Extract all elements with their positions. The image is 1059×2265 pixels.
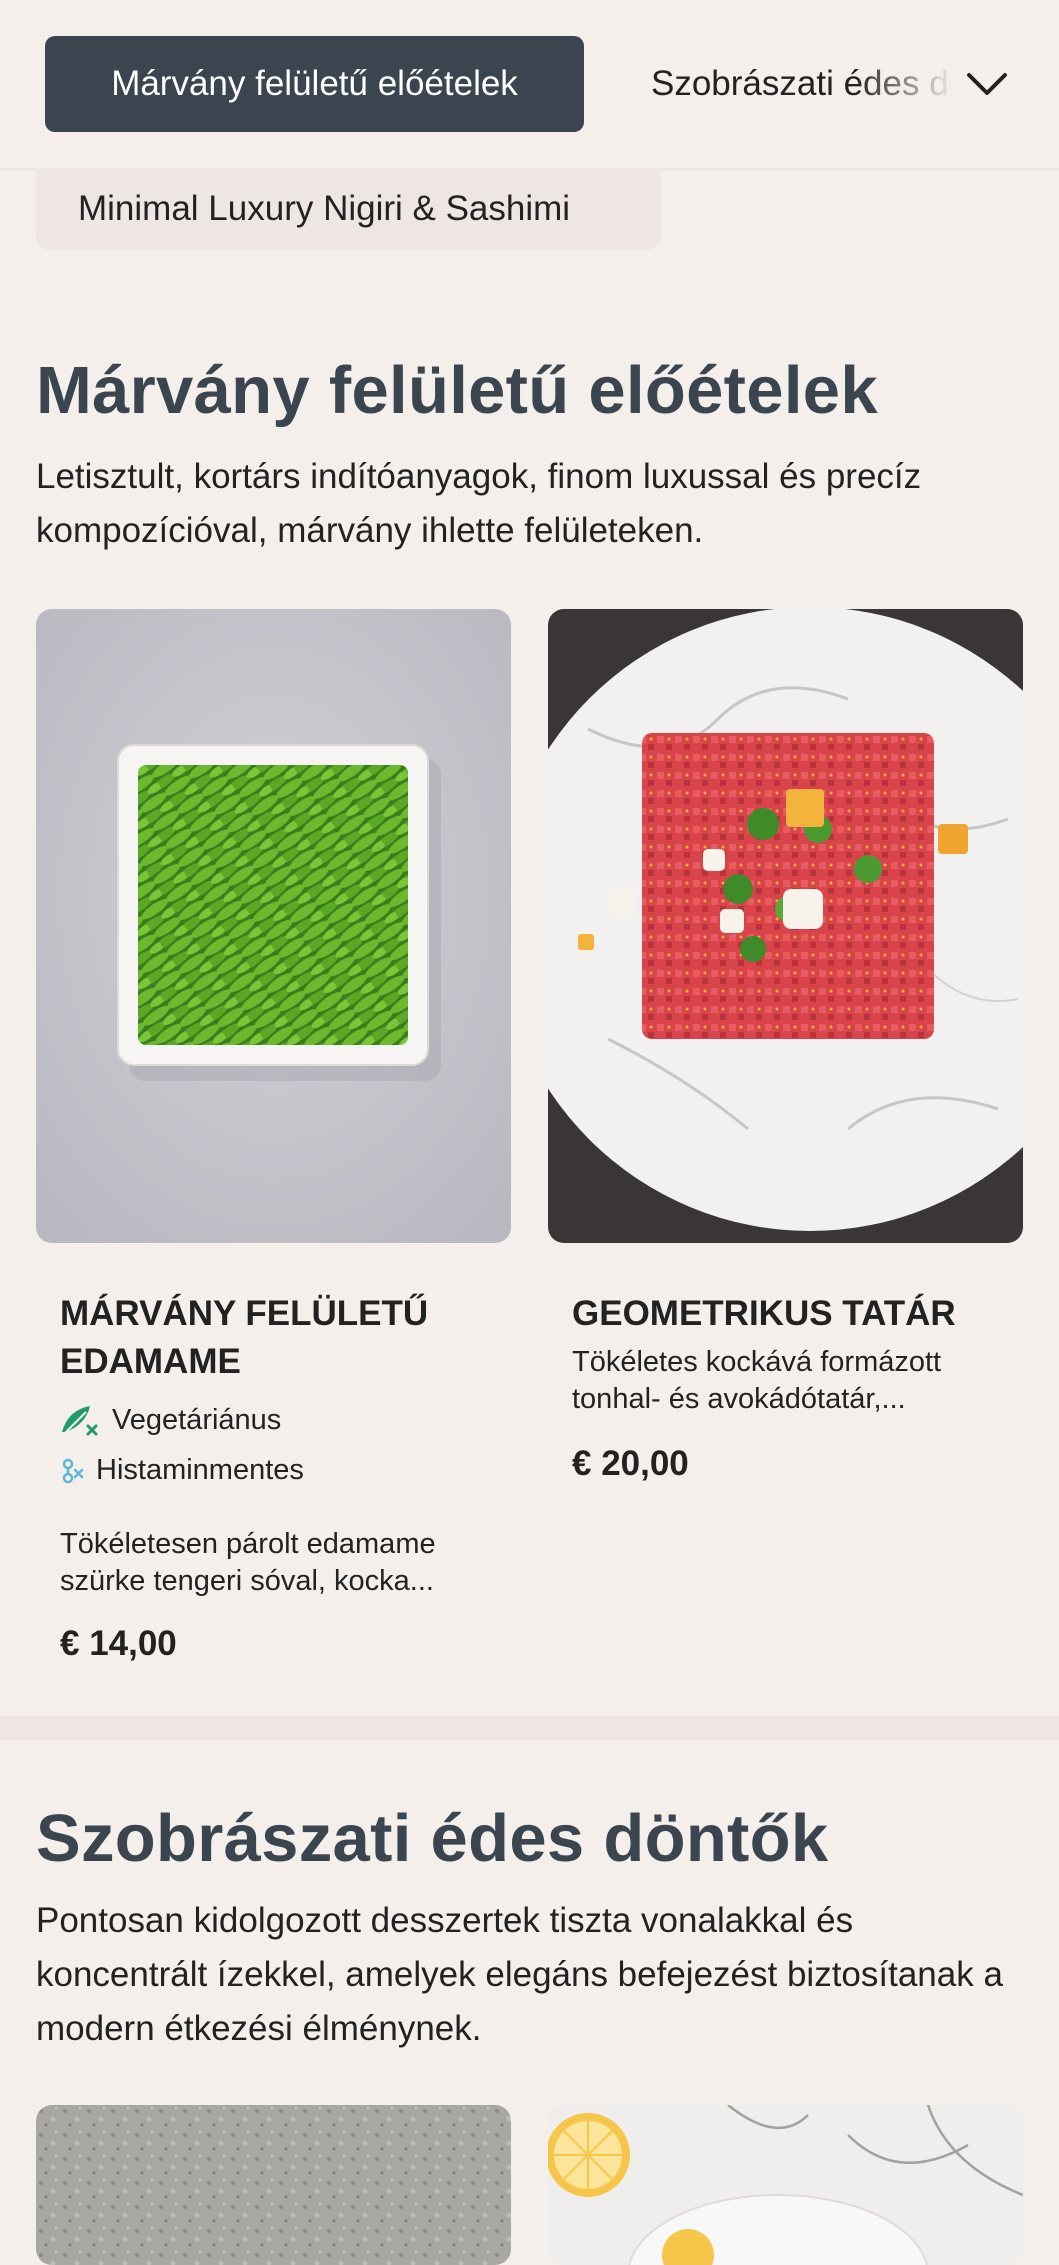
previous-category-chip[interactable]: Minimal Luxury Nigiri & Sashimi	[36, 168, 661, 250]
dish-image-dessert-2[interactable]	[548, 2105, 1023, 2265]
dietary-tag: Vegetáriánus	[60, 1402, 281, 1438]
dish-price: € 20,00	[572, 1444, 689, 1483]
dietary-tag: Histaminmentes	[60, 1454, 304, 1487]
dish-name[interactable]: Márvány felületű Edamame	[60, 1290, 480, 1386]
vegetarian-icon	[62, 1406, 98, 1436]
dish-image-tartare[interactable]	[548, 609, 1023, 1243]
section-description: Letisztult, kortárs indítóanyagok, finom…	[36, 457, 922, 550]
chevron-down-icon[interactable]	[963, 60, 1011, 108]
tag-label: Histaminmentes	[96, 1454, 304, 1486]
section-divider	[0, 1716, 1059, 1740]
dish-description: Tökéletesen párolt edamame szürke tenger…	[60, 1528, 436, 1597]
tab-next-category[interactable]: Szobrászati édes döntők	[651, 36, 951, 132]
category-nav: Márvány felületű előételek Szobrászati é…	[0, 0, 1059, 170]
dish-price: € 14,00	[60, 1624, 177, 1663]
tab-active-category[interactable]: Márvány felületű előételek	[45, 36, 584, 132]
tag-label: Vegetáriánus	[112, 1403, 282, 1436]
section-title: Szobrászati édes döntők	[36, 1801, 829, 1876]
section-title: Márvány felületű előételek	[36, 353, 878, 428]
dish-image-edamame[interactable]	[36, 609, 511, 1243]
section-description: Pontosan kidolgozott desszertek tiszta v…	[36, 1901, 1003, 2048]
dish-name[interactable]: Geometrikus Tatár	[572, 1290, 1012, 1338]
dish-description: Tökéletes kockává formázott tonhal- és a…	[572, 1346, 942, 1415]
dish-image-dessert-1[interactable]	[36, 2105, 511, 2265]
histamine-free-icon	[62, 1458, 84, 1483]
